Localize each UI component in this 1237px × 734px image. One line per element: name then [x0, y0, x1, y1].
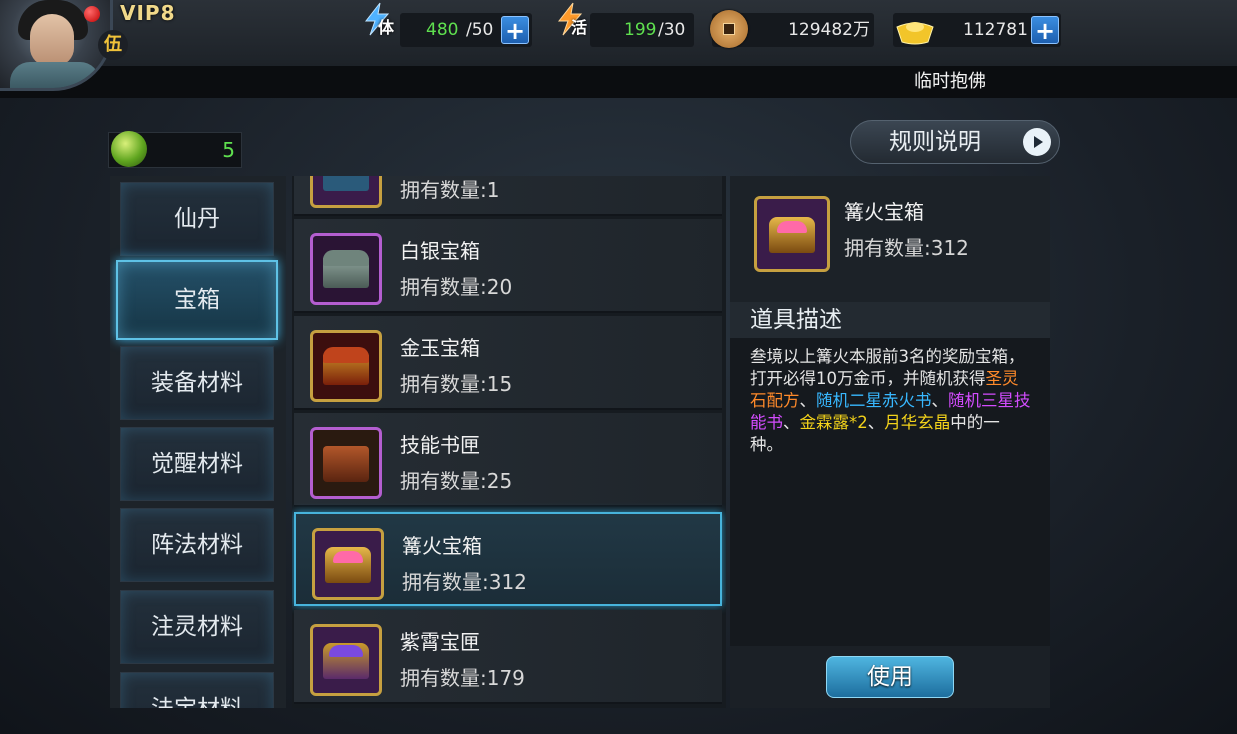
desc-reward-yellow: 月华玄晶	[884, 413, 951, 432]
avatar-robe	[10, 62, 100, 88]
category-treasure-material[interactable]: 法宝材料	[120, 672, 274, 708]
item-count: 拥有数量:20	[400, 275, 513, 299]
detail-item-name: 篝火宝箱	[844, 200, 924, 224]
detail-item-count: 拥有数量:312	[844, 236, 969, 260]
category-list[interactable]: 仙丹 宝箱 装备材料 觉醒材料 阵法材料 注灵材料 法宝材料	[110, 176, 286, 708]
stamina-max: /50	[466, 20, 494, 40]
item-count: 拥有数量:179	[400, 666, 525, 690]
desc-reward-yellow: 金霖露*2	[799, 413, 868, 432]
category-awaken-material[interactable]: 觉醒材料	[120, 427, 274, 501]
category-chest[interactable]: 宝箱	[116, 260, 278, 340]
use-button[interactable]: 使用	[826, 656, 954, 698]
list-item[interactable]: 技能书匣 拥有数量:25	[294, 413, 722, 507]
jade-icon	[111, 131, 147, 167]
vitality-current: 199	[624, 20, 657, 40]
desc-separator: 、	[867, 413, 885, 432]
vitality-glyph: 活	[570, 18, 587, 37]
stamina-current: 480	[426, 20, 459, 40]
list-item[interactable]: 紫霄宝匣 拥有数量:179	[294, 610, 722, 704]
desc-separator: 、	[931, 391, 949, 410]
desc-reward-cyan: 随机二星赤火书	[816, 391, 932, 410]
vip-badge: VIP8	[120, 1, 176, 25]
stamina-glyph: 体	[377, 18, 394, 37]
description-header: 道具描述	[730, 302, 1050, 338]
stamina-counter: 480 /50 +	[400, 13, 532, 47]
item-name: 紫霄宝匣	[400, 630, 480, 654]
category-label: 宝箱	[174, 287, 220, 313]
description-title: 道具描述	[750, 307, 842, 333]
name-bar	[0, 66, 1237, 98]
ingots-counter: 112781 +	[893, 13, 1061, 47]
item-count: 拥有数量:15	[400, 372, 513, 396]
chest-icon	[310, 176, 382, 208]
jade-counter: 5	[108, 131, 242, 168]
list-item[interactable]: 拥有数量:1	[294, 176, 722, 216]
item-count: 拥有数量:25	[400, 469, 513, 493]
rules-button[interactable]: 规则说明	[850, 120, 1060, 164]
vitality-counter: 199 /30	[590, 13, 694, 47]
vitality-max: /30	[658, 20, 686, 40]
bonfire-chest-icon	[312, 528, 384, 600]
vitality-bolt-icon: 活	[553, 2, 587, 37]
list-item-selected[interactable]: 篝火宝箱 拥有数量:312	[294, 512, 722, 606]
category-label: 觉醒材料	[151, 451, 243, 477]
item-name: 篝火宝箱	[402, 534, 482, 558]
bonfire-chest-icon	[754, 196, 830, 272]
add-stamina-button[interactable]: +	[501, 16, 529, 45]
category-formation-material[interactable]: 阵法材料	[120, 508, 274, 582]
detail-header: 篝火宝箱 拥有数量:312	[730, 176, 1050, 302]
skill-book-box-icon	[310, 427, 382, 499]
coins-value: 129482万	[788, 20, 870, 40]
coins-counter: 129482万	[710, 10, 874, 48]
player-name: 临时抱佛	[914, 71, 986, 92]
jade-value: 5	[222, 138, 235, 162]
avatar-face	[30, 14, 74, 66]
item-count: 拥有数量:1	[400, 178, 500, 202]
category-label: 仙丹	[174, 206, 220, 232]
desc-text: 叁境以上篝火本服前3名的奖励宝箱，打开必得10万金币，并随机获得	[750, 347, 1025, 388]
category-label: 法宝材料	[121, 673, 273, 708]
desc-separator: 、	[799, 391, 817, 410]
rank-badge: 伍	[98, 30, 128, 60]
ingots-value: 112781	[963, 20, 1028, 40]
silver-chest-icon	[310, 233, 382, 305]
item-count: 拥有数量:312	[402, 570, 527, 594]
gold-jade-chest-icon	[310, 330, 382, 402]
purple-cloud-chest-icon	[310, 624, 382, 696]
category-spirit-material[interactable]: 注灵材料	[120, 590, 274, 664]
rules-button-label: 规则说明	[889, 129, 981, 155]
play-arrow-icon	[1023, 128, 1051, 156]
stamina-bolt-icon: 体	[360, 2, 394, 37]
copper-coin-icon	[710, 10, 748, 48]
category-equipment-material[interactable]: 装备材料	[120, 346, 274, 420]
add-ingots-button[interactable]: +	[1031, 16, 1059, 45]
notification-dot-icon	[84, 6, 100, 22]
item-list[interactable]: 拥有数量:1 白银宝箱 拥有数量:20 金玉宝箱 拥有数量:15 技能书匣 拥有…	[292, 176, 726, 708]
gold-ingot-icon	[895, 17, 935, 45]
item-name: 金玉宝箱	[400, 336, 480, 360]
detail-footer: 使用	[730, 646, 1050, 708]
list-item[interactable]: 白银宝箱 拥有数量:20	[294, 219, 722, 313]
desc-separator: 、	[783, 413, 800, 432]
category-elixir[interactable]: 仙丹	[120, 182, 274, 256]
category-label: 阵法材料	[151, 532, 243, 558]
category-label: 注灵材料	[151, 614, 243, 640]
item-name: 白银宝箱	[400, 239, 480, 263]
item-name: 技能书匣	[400, 433, 480, 457]
item-detail-panel: 篝火宝箱 拥有数量:312 道具描述 叁境以上篝火本服前3名的奖励宝箱，打开必得…	[730, 176, 1050, 708]
item-description: 叁境以上篝火本服前3名的奖励宝箱，打开必得10万金币，并随机获得圣灵石配方、随机…	[750, 346, 1032, 456]
category-label: 装备材料	[151, 370, 243, 396]
list-item[interactable]: 金玉宝箱 拥有数量:15	[294, 316, 722, 410]
